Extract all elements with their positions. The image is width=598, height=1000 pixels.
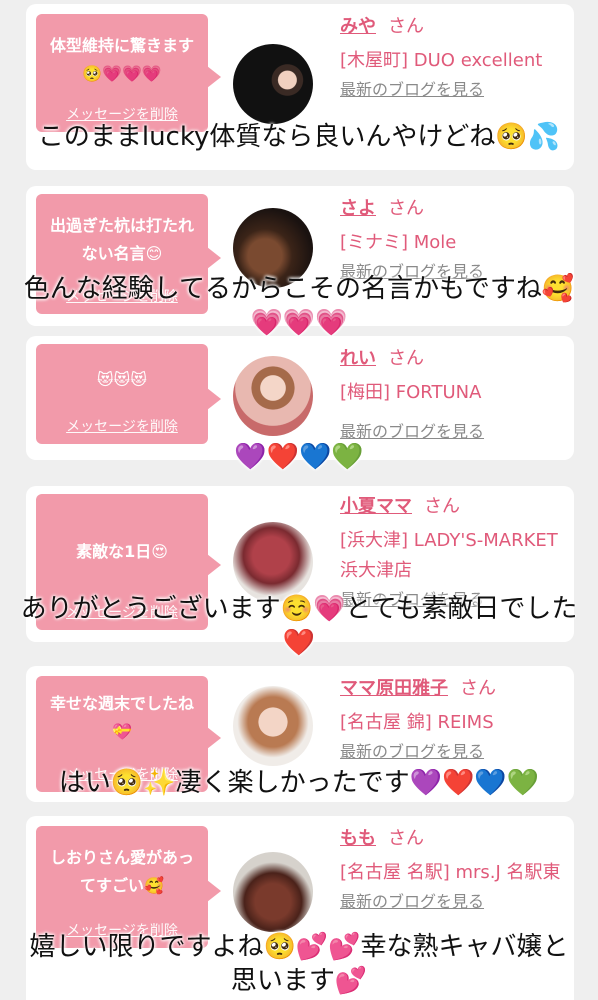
message-card: 素敵な1日😍 メッセージを削除 小夏ママ さん [浜大津] LADY'S-MARK…	[26, 486, 574, 642]
latest-blog-link[interactable]: 最新のブログを見る	[340, 420, 484, 444]
latest-blog-link[interactable]: 最新のブログを見る	[340, 260, 484, 284]
bubble-message-text: 素敵な1日😍	[76, 542, 168, 561]
message-card: 幸せな週末でしたね💝 メッセージを削除 ママ原田雅子 さん [名古屋 錦] REI…	[26, 666, 574, 802]
bubble-message-text: 体型維持に驚きます🥺💗💗💗	[49, 36, 194, 83]
host-name-line: ママ原田雅子 さん	[340, 676, 568, 702]
bubble-message-text: 出過ぎた杭は打たれない名言😊	[49, 216, 194, 263]
message-bubble: 😻😻😻 メッセージを削除	[36, 344, 221, 444]
host-name-line: みや さん	[340, 14, 568, 40]
message-card: 出過ぎた杭は打たれない名言😊 メッセージを削除 さよ さん [ミナミ] Mole …	[26, 186, 574, 326]
message-bubble: 素敵な1日😍 メッセージを削除	[36, 494, 221, 630]
host-name-line: もも さん	[340, 826, 568, 852]
delete-message-link[interactable]: メッセージを削除	[36, 920, 208, 940]
honorific: さん	[388, 16, 424, 37]
host-name-link[interactable]: みや	[340, 16, 376, 37]
avatar[interactable]	[233, 208, 313, 288]
delete-message-link[interactable]: メッセージを削除	[36, 602, 208, 622]
latest-blog-link[interactable]: 最新のブログを見る	[340, 890, 484, 914]
delete-message-link[interactable]: メッセージを削除	[36, 286, 208, 306]
shop-name: [浜大津] LADY'S-MARKET 浜大津店	[340, 530, 558, 581]
shop-name: [梅田] FORTUNA	[340, 382, 482, 403]
honorific: さん	[424, 496, 460, 517]
message-feed: 体型維持に驚きます🥺💗💗💗 メッセージを削除 みや さん [木屋町] DUO ex…	[0, 0, 598, 1000]
message-bubble: 出過ぎた杭は打たれない名言😊 メッセージを削除	[36, 194, 221, 314]
message-bubble: しおりさん愛があってすごい🥰 メッセージを削除	[36, 826, 221, 948]
delete-message-link[interactable]: メッセージを削除	[36, 416, 208, 436]
avatar[interactable]	[233, 852, 313, 932]
delete-message-link[interactable]: メッセージを削除	[36, 764, 208, 784]
bubble-message-text: 😻😻😻	[96, 370, 148, 389]
avatar[interactable]	[233, 686, 313, 766]
shop-name: [木屋町] DUO excellent	[340, 50, 543, 71]
message-card: 体型維持に驚きます🥺💗💗💗 メッセージを削除 みや さん [木屋町] DUO ex…	[26, 4, 574, 170]
host-name-link[interactable]: れい	[340, 348, 376, 369]
host-info: れい さん [梅田] FORTUNA 最新のブログを見る	[340, 346, 568, 444]
host-info: もも さん [名古屋 名駅] mrs.J 名駅東 最新のブログを見る	[340, 826, 568, 914]
host-info: ママ原田雅子 さん [名古屋 錦] REIMS 最新のブログを見る	[340, 676, 568, 764]
host-name-link[interactable]: さよ	[340, 198, 376, 219]
bubble-message-text: しおりさん愛があってすごい🥰	[49, 848, 194, 895]
shop-name: [名古屋 錦] REIMS	[340, 712, 494, 733]
host-info: みや さん [木屋町] DUO excellent 最新のブログを見る	[340, 14, 568, 102]
honorific: さん	[388, 348, 424, 369]
avatar[interactable]	[233, 356, 313, 436]
bubble-message-text: 幸せな週末でしたね💝	[49, 694, 194, 741]
host-name-link[interactable]: もも	[340, 828, 376, 849]
latest-blog-link[interactable]: 最新のブログを見る	[340, 78, 484, 102]
message-bubble: 幸せな週末でしたね💝 メッセージを削除	[36, 676, 221, 792]
delete-message-link[interactable]: メッセージを削除	[36, 104, 208, 124]
honorific: さん	[388, 828, 424, 849]
latest-blog-link[interactable]: 最新のブログを見る	[340, 740, 484, 764]
host-name-link[interactable]: 小夏ママ	[340, 496, 412, 517]
host-name-link[interactable]: ママ原田雅子	[340, 678, 448, 699]
shop-name: [ミナミ] Mole	[340, 232, 457, 253]
avatar[interactable]	[233, 44, 313, 124]
shop-name: [名古屋 名駅] mrs.J 名駅東	[340, 862, 561, 883]
message-card: しおりさん愛があってすごい🥰 メッセージを削除 もも さん [名古屋 名駅] mr…	[26, 816, 574, 1000]
message-bubble: 体型維持に驚きます🥺💗💗💗 メッセージを削除	[36, 14, 221, 132]
host-info: 小夏ママ さん [浜大津] LADY'S-MARKET 浜大津店 最新のブログを見…	[340, 494, 568, 612]
honorific: さん	[388, 198, 424, 219]
honorific: さん	[460, 678, 496, 699]
latest-blog-link[interactable]: 最新のブログを見る	[340, 588, 484, 612]
message-card: 😻😻😻 メッセージを削除 れい さん [梅田] FORTUNA 最新のブログを見る	[26, 336, 574, 460]
avatar[interactable]	[233, 522, 313, 602]
host-name-line: さよ さん	[340, 196, 568, 222]
host-name-line: 小夏ママ さん	[340, 494, 568, 520]
host-name-line: れい さん	[340, 346, 568, 372]
host-info: さよ さん [ミナミ] Mole 最新のブログを見る	[340, 196, 568, 284]
